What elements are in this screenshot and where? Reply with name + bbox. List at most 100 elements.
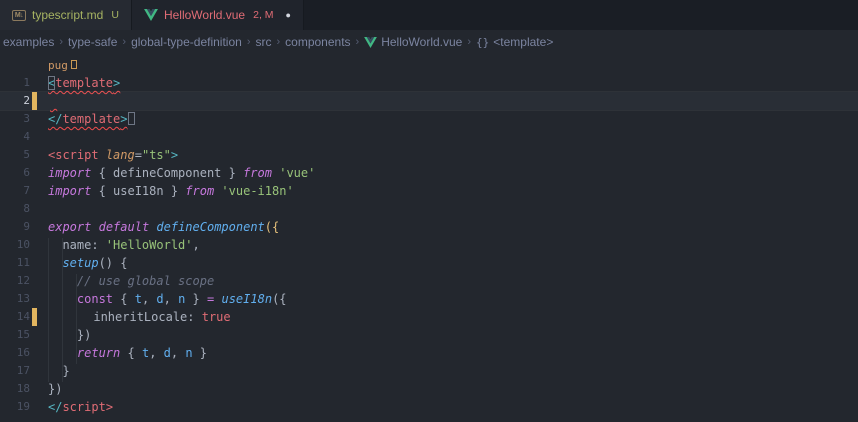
code-line-1[interactable]: 1<template> bbox=[0, 74, 858, 92]
line-number[interactable]: 3 bbox=[0, 110, 30, 128]
breadcrumb-item-examples[interactable]: examples bbox=[3, 35, 54, 49]
code-line-12[interactable]: 12 // use global scope bbox=[0, 272, 858, 290]
breadcrumb-separator: › bbox=[59, 36, 63, 48]
template-lang-hint-row[interactable]: pug bbox=[0, 58, 858, 74]
tab-helloworld-vue[interactable]: HelloWorld.vue 2, M ● bbox=[132, 0, 304, 30]
line-number[interactable]: 14 bbox=[0, 308, 30, 326]
breadcrumb-item--template-[interactable]: {}<template> bbox=[476, 35, 553, 49]
code-text: return { t, d, n } bbox=[37, 344, 858, 362]
line-number[interactable]: 8 bbox=[0, 200, 30, 218]
code-line-6[interactable]: 6 import { defineComponent } from 'vue' bbox=[0, 164, 858, 182]
code-token: from bbox=[185, 184, 214, 198]
unsaved-changes-dot[interactable]: ● bbox=[286, 10, 291, 20]
line-number[interactable]: 17 bbox=[0, 362, 30, 380]
line-number[interactable]: 19 bbox=[0, 398, 30, 416]
code-text: import { defineComponent } from 'vue' bbox=[37, 164, 858, 182]
code-token: name: bbox=[48, 238, 106, 252]
breadcrumb-label: HelloWorld.vue bbox=[381, 35, 462, 49]
hint-box-glyph bbox=[71, 60, 77, 69]
line-number[interactable]: 10 bbox=[0, 236, 30, 254]
code-text: export default defineComponent({ bbox=[37, 218, 858, 236]
code-line-7[interactable]: 7 import { useI18n } from 'vue-i18n' bbox=[0, 182, 858, 200]
breadcrumb-separator: › bbox=[122, 36, 126, 48]
breadcrumb-item-helloworld-vue[interactable]: HelloWorld.vue bbox=[364, 35, 462, 49]
breadcrumb-item-global-type-definition[interactable]: global-type-definition bbox=[131, 35, 242, 49]
code-token: > bbox=[171, 148, 178, 162]
code-token: default bbox=[99, 220, 150, 234]
code-line-9[interactable]: 9 export default defineComponent({ bbox=[0, 218, 858, 236]
code-token: import bbox=[48, 184, 91, 198]
line-number[interactable]: 11 bbox=[0, 254, 30, 272]
markdown-file-icon: M↓ bbox=[12, 10, 26, 21]
code-text: } bbox=[37, 362, 858, 380]
code-line-11[interactable]: 11 setup() { bbox=[0, 254, 858, 272]
code-line-18[interactable]: 18}) bbox=[0, 380, 858, 398]
line-number[interactable]: 18 bbox=[0, 380, 30, 398]
code-text: import { useI18n } from 'vue-i18n' bbox=[37, 182, 858, 200]
code-line-16[interactable]: 16 return { t, d, n } bbox=[0, 344, 858, 362]
git-modified-gutter-marker bbox=[32, 308, 37, 326]
breadcrumb-item-src[interactable]: src bbox=[255, 35, 271, 49]
breadcrumb: examples › type-safe › global-type-definitio… bbox=[0, 30, 858, 54]
code-token: defineComponent bbox=[156, 220, 264, 234]
code-editor[interactable]: pug1<template>2 3</template>45 <script la… bbox=[0, 54, 858, 422]
code-line-10[interactable]: 10 name: 'HelloWorld', bbox=[0, 236, 858, 254]
vue-icon bbox=[364, 37, 377, 48]
code-line-4[interactable]: 4 bbox=[0, 128, 858, 146]
code-text: </script> bbox=[37, 398, 858, 416]
code-line-19[interactable]: 19 </script> bbox=[0, 398, 858, 416]
line-number[interactable]: 9 bbox=[0, 218, 30, 236]
line-number[interactable]: 4 bbox=[0, 128, 30, 146]
code-token: } bbox=[48, 364, 70, 378]
code-text: name: 'HelloWorld', bbox=[37, 236, 858, 254]
code-text: pug bbox=[37, 58, 858, 74]
code-token: t bbox=[135, 292, 142, 306]
git-modified-gutter-marker bbox=[32, 92, 37, 110]
tab-label: HelloWorld.vue bbox=[164, 8, 245, 22]
code-token: }) bbox=[48, 328, 91, 342]
code-line-3[interactable]: 3</template> bbox=[0, 110, 858, 128]
vue-icon bbox=[144, 9, 158, 21]
code-token bbox=[99, 148, 106, 162]
breadcrumb-label: type-safe bbox=[68, 35, 117, 49]
line-number[interactable]: 2 bbox=[0, 92, 30, 110]
line-number[interactable]: 13 bbox=[0, 290, 30, 308]
line-number[interactable]: 16 bbox=[0, 344, 30, 362]
breadcrumb-separator: › bbox=[276, 36, 280, 48]
code-token: > bbox=[120, 112, 127, 126]
breadcrumb-separator: › bbox=[467, 36, 471, 48]
line-number[interactable]: 15 bbox=[0, 326, 30, 344]
breadcrumb-item-type-safe[interactable]: type-safe bbox=[68, 35, 117, 49]
code-token: from bbox=[243, 166, 272, 180]
ghost-character-box bbox=[128, 112, 135, 125]
code-token: script bbox=[55, 148, 98, 162]
code-token: { defineComponent } bbox=[91, 166, 243, 180]
braces-icon: {} bbox=[476, 36, 489, 49]
code-text: <script lang="ts"> bbox=[37, 146, 858, 164]
vscode-editor-window: M↓ typescript.md U HelloWorld.vue 2, M ●… bbox=[0, 0, 858, 422]
line-number[interactable]: 12 bbox=[0, 272, 30, 290]
breadcrumb-item-components[interactable]: components bbox=[285, 35, 350, 49]
line-number[interactable]: 7 bbox=[0, 182, 30, 200]
code-token: import bbox=[48, 166, 91, 180]
code-line-8[interactable]: 8 bbox=[0, 200, 858, 218]
breadcrumb-label: components bbox=[285, 35, 350, 49]
line-number[interactable]: 5 bbox=[0, 146, 30, 164]
code-line-14[interactable]: 14 inheritLocale: true bbox=[0, 308, 858, 326]
code-token: true bbox=[202, 310, 231, 324]
code-line-15[interactable]: 15 }) bbox=[0, 326, 858, 344]
code-text: }) bbox=[37, 326, 858, 344]
code-text bbox=[37, 128, 858, 146]
problems-git-badge: 2, M bbox=[253, 9, 273, 21]
code-line-5[interactable]: 5 <script lang="ts"> bbox=[0, 146, 858, 164]
code-line-13[interactable]: 13 const { t, d, n } = useI18n({ bbox=[0, 290, 858, 308]
code-token: { bbox=[113, 292, 135, 306]
line-number[interactable]: 1 bbox=[0, 74, 30, 92]
breadcrumb-separator: › bbox=[356, 36, 360, 48]
line-number[interactable]: 6 bbox=[0, 164, 30, 182]
code-line-17[interactable]: 17 } bbox=[0, 362, 858, 380]
tab-typescript-md[interactable]: M↓ typescript.md U bbox=[0, 0, 132, 30]
code-token: n bbox=[185, 346, 192, 360]
git-status-badge: U bbox=[111, 9, 119, 21]
code-line-2[interactable]: 2 bbox=[0, 92, 858, 110]
